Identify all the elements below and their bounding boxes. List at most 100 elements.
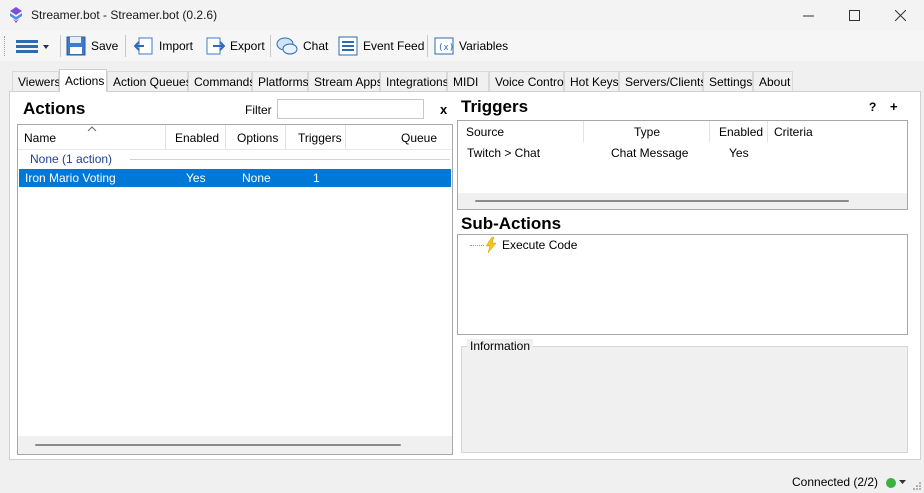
tab-viewers[interactable]: Viewers — [12, 71, 60, 91]
information-label: Information — [467, 339, 534, 353]
minimize-icon — [802, 15, 814, 17]
triggers-horizontal-scrollbar[interactable] — [458, 193, 907, 209]
variables-button[interactable]: (x) Variables — [434, 34, 508, 58]
import-label: Import — [159, 39, 194, 53]
toolbar-separator — [270, 35, 271, 57]
tab-voice-control[interactable]: Voice Control — [489, 71, 566, 91]
event-feed-label: Event Feed — [363, 39, 425, 53]
column-enabled-label: Enabled — [175, 130, 220, 145]
tab-actions[interactable]: Actions — [59, 69, 107, 92]
close-icon — [894, 10, 906, 21]
event-feed-icon — [338, 36, 358, 56]
column-type-label: Type — [634, 124, 661, 139]
tab-servers-clients[interactable]: Servers/Clients — [619, 71, 706, 91]
help-button[interactable]: ? — [869, 100, 876, 114]
group-header-label: None (1 action) — [30, 151, 113, 166]
export-icon — [206, 37, 225, 55]
tab-stream-apps[interactable]: Stream Apps — [308, 71, 383, 91]
column-source[interactable]: Source — [458, 121, 584, 142]
event-feed-button[interactable]: Event Feed — [338, 34, 424, 58]
scrollbar-thumb[interactable] — [35, 444, 401, 446]
chat-label: Chat — [303, 39, 329, 53]
tab-midi[interactable]: MIDI — [447, 71, 489, 91]
tab-action-queues[interactable]: Action Queues — [107, 71, 192, 91]
column-queue-label: Queue — [401, 130, 438, 145]
row-name: Iron Mario Voting — [25, 171, 116, 185]
chat-bubble-icon — [276, 37, 298, 55]
title-bar: Streamer.bot - Streamer.bot (0.2.6) — [0, 0, 924, 31]
main-menu-dropdown[interactable] — [15, 34, 49, 58]
variables-label: Variables — [459, 39, 509, 53]
trigger-enabled: Yes — [729, 146, 749, 160]
save-button[interactable]: Save — [66, 34, 118, 58]
column-criteria-label: Criteria — [774, 124, 813, 139]
export-label: Export — [230, 39, 265, 53]
triggers-list-header: Source Type Enabled Criteria — [458, 121, 907, 142]
variables-icon: (x) — [434, 37, 454, 55]
column-enabled[interactable]: Enabled — [166, 125, 226, 150]
filter-input[interactable] — [277, 99, 424, 119]
window-title: Streamer.bot - Streamer.bot (0.2.6) — [31, 8, 218, 22]
actions-list: Name Enabled Options Triggers Queue None… — [17, 124, 453, 455]
import-button[interactable]: Import — [134, 34, 193, 58]
actions-title: Actions — [23, 99, 86, 118]
group-divider — [130, 159, 450, 160]
tab-settings[interactable]: Settings — [703, 71, 753, 91]
add-trigger-button[interactable]: + — [890, 99, 898, 114]
toolbar: Save Import Export Chat Event Feed (x) V… — [0, 31, 924, 61]
export-button[interactable]: Export — [205, 34, 265, 58]
connection-status: Connected (2/2) — [792, 475, 879, 489]
column-type[interactable]: Type — [584, 121, 710, 142]
triggers-list: Source Type Enabled Criteria Twitch > Ch… — [457, 120, 908, 210]
column-queue[interactable]: Queue — [346, 125, 452, 150]
actions-list-header: Name Enabled Options Triggers Queue — [18, 125, 452, 150]
tab-integrations[interactable]: Integrations — [380, 71, 449, 91]
column-trigger-enabled-label: Enabled — [719, 124, 764, 139]
resize-grip[interactable] — [912, 480, 922, 490]
column-trigger-enabled[interactable]: Enabled — [710, 121, 768, 142]
maximize-icon — [848, 10, 860, 21]
information-group — [461, 346, 908, 453]
row-triggers: 1 — [313, 171, 320, 185]
status-dropdown-icon[interactable] — [899, 480, 906, 485]
toolbar-separator — [427, 35, 428, 57]
tab-platforms[interactable]: Platforms — [252, 71, 309, 91]
maximize-button[interactable] — [831, 0, 877, 31]
chat-button[interactable]: Chat — [276, 34, 328, 58]
column-triggers-label: Triggers — [298, 130, 342, 145]
actions-horizontal-scrollbar[interactable] — [18, 436, 452, 454]
sort-ascending-icon — [87, 126, 97, 132]
minimize-button[interactable] — [785, 0, 831, 31]
lightning-bolt-icon — [485, 237, 497, 253]
trigger-type: Chat Message — [611, 146, 689, 160]
column-source-label: Source — [466, 124, 505, 139]
row-options: None — [242, 171, 271, 185]
subactions-tree: Execute Code — [457, 234, 908, 335]
svg-text:(x): (x) — [438, 43, 454, 53]
column-criteria[interactable]: Criteria — [768, 121, 907, 142]
tab-hot-keys[interactable]: Hot Keys — [564, 71, 619, 91]
group-header[interactable]: None (1 action) — [30, 151, 112, 166]
scrollbar-thumb[interactable] — [475, 200, 849, 202]
toolbar-grip — [4, 36, 6, 56]
table-row[interactable]: Iron Mario Voting Yes None 1 — [19, 169, 451, 187]
import-icon — [134, 37, 153, 55]
filter-label: Filter — [245, 103, 272, 117]
subactions-title: Sub-Actions — [461, 214, 562, 233]
row-enabled: Yes — [186, 171, 206, 185]
tab-about[interactable]: About — [753, 71, 793, 91]
save-disk-icon — [66, 36, 86, 56]
tab-strip: Viewers Actions Action Queues Commands P… — [0, 69, 924, 92]
table-row[interactable]: Twitch > Chat Chat Message Yes — [458, 144, 907, 162]
toolbar-separator — [125, 35, 126, 57]
subaction-item[interactable]: Execute Code — [484, 236, 577, 254]
close-button[interactable] — [877, 0, 923, 31]
column-options-label: Options — [237, 130, 279, 145]
clear-filter-button[interactable]: x — [440, 102, 447, 117]
connection-status-icon[interactable] — [885, 477, 897, 489]
subaction-label: Execute Code — [502, 238, 578, 252]
tab-commands[interactable]: Commands — [188, 71, 255, 91]
column-options[interactable]: Options — [226, 125, 286, 150]
menu-list-icon — [16, 40, 49, 53]
column-triggers[interactable]: Triggers — [286, 125, 346, 150]
